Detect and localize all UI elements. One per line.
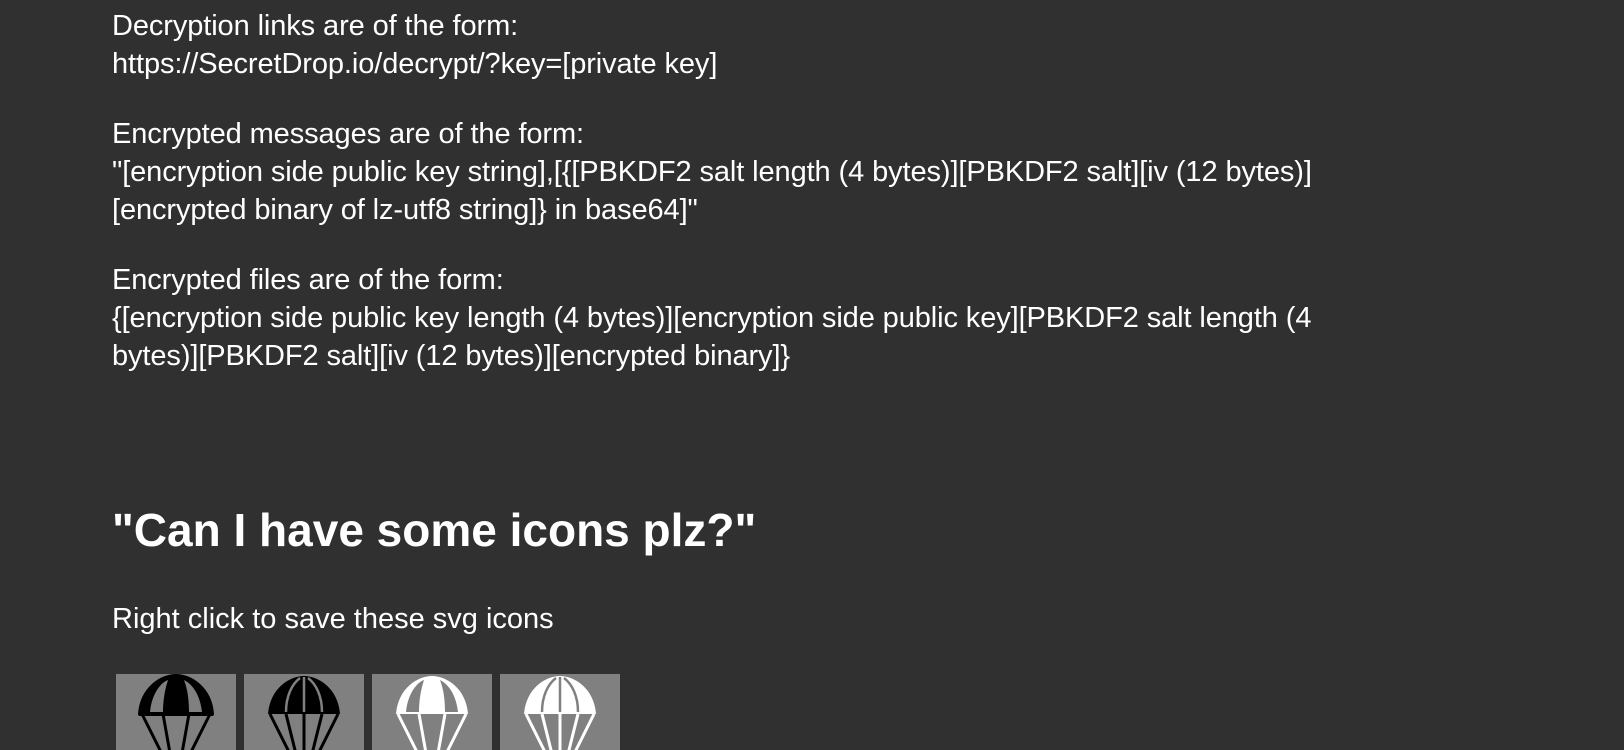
icon-list [116, 674, 620, 750]
parachute-icon[interactable] [264, 674, 344, 750]
encrypted-messages-format-line2: [encrypted binary of lz-utf8 string]} in… [112, 194, 698, 226]
encrypted-messages-info: Encrypted messages are of the form: "[en… [112, 115, 1532, 229]
decryption-links-format: https://SecretDrop.io/decrypt/?key=[priv… [112, 48, 718, 80]
encrypted-messages-label: Encrypted messages are of the form: [112, 118, 584, 150]
encrypted-files-info: Encrypted files are of the form: {[encry… [112, 261, 1532, 375]
decryption-links-info: Decryption links are of the form: https:… [112, 7, 717, 83]
parachute-icon-tile-3[interactable] [372, 674, 492, 750]
encrypted-files-label: Encrypted files are of the form: [112, 264, 504, 296]
encrypted-messages-format-line1: "[encryption side public key string],[{[… [112, 156, 1312, 188]
parachute-icon-tile-2[interactable] [244, 674, 364, 750]
encrypted-files-format-line2: bytes)][PBKDF2 salt][iv (12 bytes)][encr… [112, 340, 790, 372]
parachute-icon[interactable] [392, 674, 472, 750]
parachute-icon[interactable] [520, 674, 600, 750]
encrypted-files-format-line1: {[encryption side public key length (4 b… [112, 302, 1312, 334]
parachute-icon-tile-4[interactable] [500, 674, 620, 750]
icons-hint: Right click to save these svg icons [112, 603, 554, 635]
icons-heading: "Can I have some icons plz?" [112, 504, 757, 556]
decryption-links-label: Decryption links are of the form: [112, 10, 519, 42]
parachute-icon-tile-1[interactable] [116, 674, 236, 750]
parachute-icon[interactable] [136, 674, 216, 750]
